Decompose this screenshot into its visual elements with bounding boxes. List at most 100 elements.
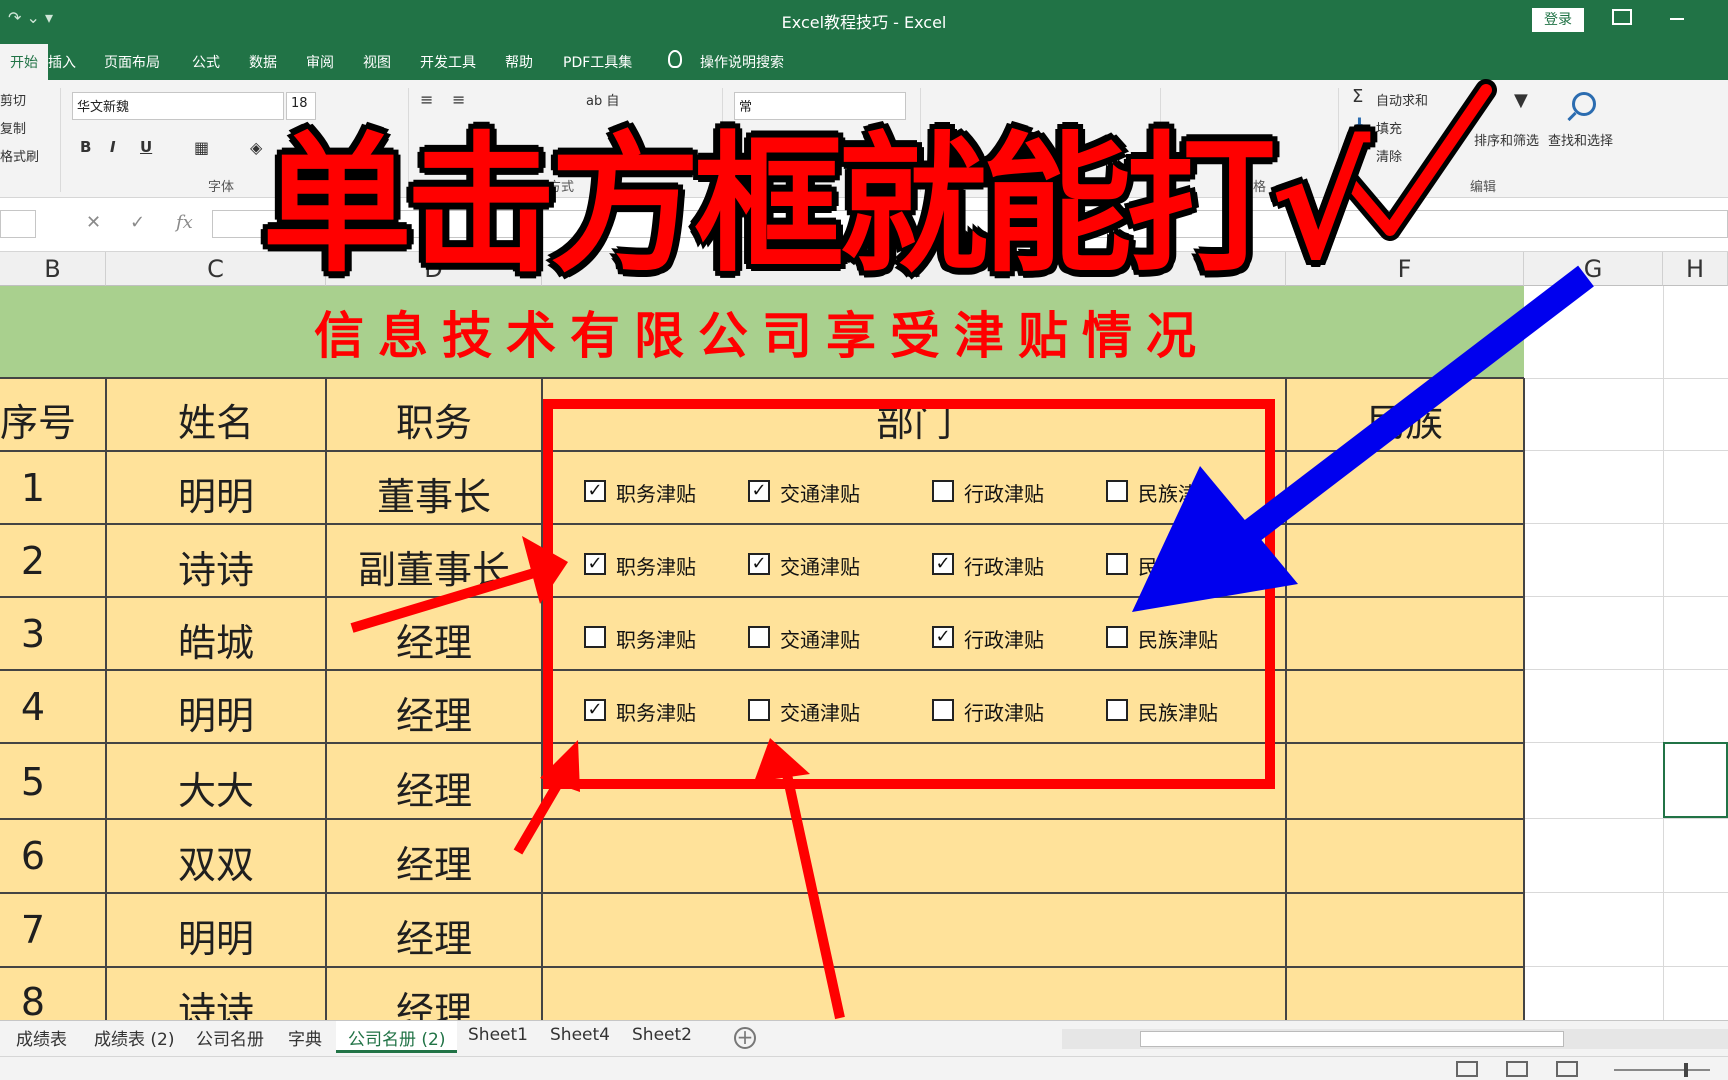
- cancel-icon[interactable]: ✕: [86, 212, 101, 233]
- magnifier-icon[interactable]: [1572, 92, 1596, 116]
- scrollbar-thumb[interactable]: [1140, 1031, 1564, 1047]
- allowance-checkbox[interactable]: [1106, 626, 1128, 648]
- allowance-checkbox[interactable]: ✓: [748, 480, 770, 502]
- filter-icon[interactable]: ▼: [1514, 90, 1528, 111]
- clear-button[interactable]: 清除: [1376, 146, 1402, 165]
- sheet-tab[interactable]: 字典: [288, 1025, 322, 1050]
- sheet-tab[interactable]: Sheet1: [468, 1025, 528, 1045]
- italic-button[interactable]: I: [110, 138, 116, 156]
- page-layout-view-icon[interactable]: [1506, 1061, 1528, 1077]
- allowance-checkbox[interactable]: [932, 699, 954, 721]
- cell-border: [0, 377, 1524, 379]
- zoom-slider-thumb[interactable]: [1684, 1063, 1688, 1077]
- sheet-tab[interactable]: 成绩表: [16, 1025, 67, 1050]
- allowance-checkbox[interactable]: ✓: [932, 553, 954, 575]
- row-job: 经理: [395, 769, 472, 813]
- column-header-h[interactable]: H: [1663, 252, 1728, 286]
- fill-button[interactable]: 填充: [1376, 118, 1402, 137]
- row-name: 双双: [177, 843, 254, 887]
- allowance-checkbox[interactable]: ✓: [748, 553, 770, 575]
- row-job: 经理: [395, 843, 472, 887]
- bold-button[interactable]: B: [80, 138, 91, 156]
- row-num: 3: [20, 612, 46, 656]
- name-box[interactable]: [0, 210, 36, 238]
- column-header-b[interactable]: B: [0, 252, 106, 286]
- tab-insert[interactable]: 插入: [48, 52, 76, 72]
- page-break-view-icon[interactable]: [1556, 1061, 1578, 1077]
- sheet-tab[interactable]: 公司名册: [196, 1025, 264, 1050]
- selected-cell[interactable]: [1663, 742, 1728, 818]
- allowance-checkbox[interactable]: [748, 626, 770, 648]
- allowance-checkbox[interactable]: ✓: [584, 553, 606, 575]
- checkbox-label: 职务津贴: [616, 555, 696, 579]
- allowance-checkbox[interactable]: [932, 480, 954, 502]
- tab-home[interactable]: 开始: [0, 44, 48, 80]
- checkbox-label: 交通津贴: [780, 482, 860, 506]
- cell-border: [0, 966, 1524, 968]
- cell-border: [0, 818, 1524, 820]
- font-group-label: 字体: [208, 180, 235, 195]
- tab-help[interactable]: 帮助: [505, 52, 533, 72]
- status-bar: [0, 1056, 1728, 1080]
- cut-button[interactable]: 剪切: [0, 90, 26, 109]
- row-name: 诗诗: [177, 548, 254, 592]
- tab-pdf-tools[interactable]: PDF工具集: [563, 52, 632, 72]
- find-select-button[interactable]: 查找和选择: [1548, 130, 1613, 149]
- tab-page-layout[interactable]: 页面布局: [104, 52, 160, 72]
- checkbox-label: 民族津贴: [1138, 482, 1218, 506]
- sheet-tab[interactable]: Sheet4: [550, 1025, 610, 1045]
- tab-formulas[interactable]: 公式: [192, 52, 220, 72]
- border-icon[interactable]: ▦: [194, 138, 209, 157]
- row-num: 4: [20, 685, 46, 729]
- confirm-icon[interactable]: ✓: [130, 212, 145, 233]
- ribbon-display-options-icon[interactable]: [1612, 9, 1632, 25]
- allowance-checkbox[interactable]: [1106, 480, 1128, 502]
- normal-view-icon[interactable]: [1456, 1061, 1478, 1077]
- row-num: 2: [20, 539, 46, 583]
- font-name-select[interactable]: 华文新魏: [72, 92, 284, 120]
- tab-data[interactable]: 数据: [249, 52, 277, 72]
- sort-filter-button[interactable]: 排序和筛选: [1474, 130, 1539, 149]
- allowance-checkbox[interactable]: ✓: [584, 699, 606, 721]
- ribbon-separator: [60, 88, 61, 192]
- add-sheet-button[interactable]: +: [734, 1027, 756, 1049]
- insert-function-icon[interactable]: fx: [176, 212, 193, 233]
- allowance-checkbox[interactable]: ✓: [584, 480, 606, 502]
- gridline: [1524, 523, 1728, 524]
- fill-color-icon[interactable]: ◈: [250, 138, 262, 157]
- allowance-checkbox[interactable]: [1106, 699, 1128, 721]
- tell-me-search[interactable]: 操作说明搜索: [700, 52, 784, 72]
- cell-border: [0, 669, 1524, 671]
- tab-view[interactable]: 视图: [363, 52, 391, 72]
- header-job: 职务: [395, 401, 472, 445]
- minimize-icon[interactable]: [1670, 18, 1684, 20]
- autosum-button[interactable]: 自动求和: [1376, 90, 1428, 109]
- gridline: [1524, 450, 1728, 451]
- format-painter-button[interactable]: 格式刷: [0, 146, 39, 165]
- header-num: 序号: [0, 401, 77, 445]
- row-num: 7: [20, 908, 46, 952]
- column-header-g[interactable]: G: [1524, 252, 1663, 286]
- underline-button[interactable]: U: [140, 138, 152, 156]
- allowance-checkbox[interactable]: [748, 699, 770, 721]
- allowance-checkbox[interactable]: ✓: [932, 626, 954, 648]
- sheet-tab[interactable]: Sheet2: [632, 1025, 692, 1045]
- row-name: 皓城: [177, 621, 254, 665]
- allowance-checkbox[interactable]: [584, 626, 606, 648]
- checkbox-label: 交通津贴: [780, 555, 860, 579]
- checkbox-label: 民族津贴: [1138, 628, 1218, 652]
- copy-button[interactable]: 复制: [0, 118, 26, 137]
- cell-border: [0, 742, 1524, 744]
- header-dept: 部门: [875, 401, 952, 445]
- zoom-slider[interactable]: [1614, 1069, 1710, 1071]
- tab-developer[interactable]: 开发工具: [420, 52, 476, 72]
- header-name: 姓名: [177, 401, 254, 445]
- sheet-tab-active[interactable]: 公司名册 (2): [336, 1021, 458, 1053]
- gridline: [1524, 669, 1728, 670]
- row-job: 经理: [395, 621, 472, 665]
- allowance-checkbox[interactable]: [1106, 553, 1128, 575]
- tab-review[interactable]: 审阅: [306, 52, 334, 72]
- sheet-tab[interactable]: 成绩表 (2): [94, 1025, 174, 1050]
- login-button[interactable]: 登录: [1532, 8, 1584, 32]
- sheet-tab-bar: 成绩表 成绩表 (2) 公司名册 字典 公司名册 (2) Sheet1 Shee…: [0, 1020, 1728, 1056]
